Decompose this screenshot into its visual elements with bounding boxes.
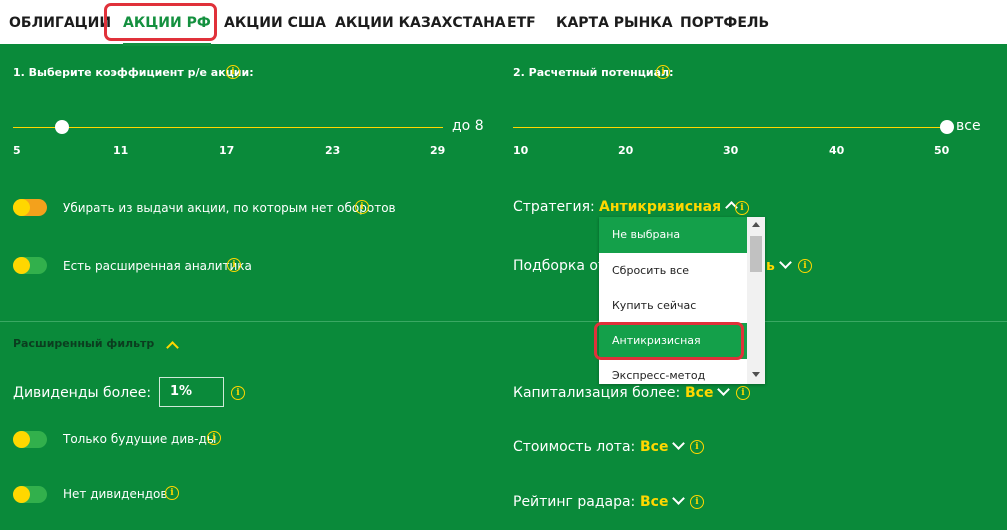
section-divider <box>0 321 1007 322</box>
tab-bonds[interactable]: ОБЛИГАЦИИ <box>9 0 111 44</box>
radar-rating-select[interactable]: Все <box>640 492 686 510</box>
capitalization-label: Капитализация более: <box>513 385 681 401</box>
lot-cost-value: Все <box>640 439 669 455</box>
no-dividends-toggle[interactable] <box>13 486 47 503</box>
pe-tick: 5 <box>13 144 21 157</box>
capitalization-value: Все <box>685 385 714 401</box>
lot-cost-info-icon[interactable]: i <box>690 440 704 454</box>
strategy-dropdown-list[interactable]: Не выбрана Сбросить все Купить сейчас Ан… <box>599 217 765 384</box>
tab-etf[interactable]: ETF <box>507 0 536 44</box>
scroll-down-arrow-icon[interactable] <box>752 372 760 377</box>
potential-tick: 50 <box>934 144 950 157</box>
selection-dropdown[interactable]: ь <box>766 256 792 274</box>
selection-info-icon[interactable]: i <box>798 259 812 273</box>
capitalization-info-icon[interactable]: i <box>736 386 750 400</box>
potential-slider-track[interactable] <box>513 127 943 128</box>
pe-title: 1. Выберите коэффициент p/e акции: <box>13 66 254 79</box>
top-nav: ОБЛИГАЦИИ АКЦИИ РФ АКЦИИ США АКЦИИ КАЗАХ… <box>0 0 1007 46</box>
lot-cost-select[interactable]: Все <box>640 437 686 455</box>
pe-tick: 11 <box>113 144 129 157</box>
radar-rating-value: Все <box>640 494 669 510</box>
pe-slider-handle[interactable] <box>55 120 69 134</box>
strategy-value: Антикризисная <box>599 199 722 215</box>
chevron-down-icon <box>672 437 686 450</box>
chevron-down-icon <box>717 383 731 396</box>
dividends-info-icon[interactable]: i <box>231 386 245 400</box>
radar-rating-info-icon[interactable]: i <box>690 495 704 509</box>
potential-slider-handle[interactable] <box>940 120 954 134</box>
tab-us-stocks[interactable]: АКЦИИ США <box>224 0 326 44</box>
potential-value-label: все <box>956 118 981 134</box>
chevron-down-icon <box>672 492 686 505</box>
tab-market-map[interactable]: КАРТА РЫНКА <box>556 0 673 44</box>
extended-analytics-label: Есть расширенная аналитика <box>63 259 252 273</box>
extended-analytics-info-icon[interactable]: i <box>227 258 241 272</box>
strategy-label: Стратегия: <box>513 199 595 215</box>
no-turnover-info-icon[interactable]: i <box>355 200 369 214</box>
selection-label: Подборка от <box>513 258 607 274</box>
potential-title: 2. Расчетный потенциал: <box>513 66 674 79</box>
scroll-up-arrow-icon[interactable] <box>752 222 760 227</box>
no-turnover-label: Убирать из выдачи акции, по которым нет … <box>63 201 396 215</box>
pe-info-icon[interactable]: i <box>226 65 240 79</box>
capitalization-select[interactable]: Все <box>685 383 731 401</box>
pe-tick: 23 <box>325 144 341 157</box>
potential-tick: 30 <box>723 144 739 157</box>
future-dividends-toggle[interactable] <box>13 431 47 448</box>
potential-tick: 10 <box>513 144 529 157</box>
pe-tick: 17 <box>219 144 235 157</box>
potential-tick: 20 <box>618 144 634 157</box>
dropdown-scrollbar[interactable] <box>747 217 765 384</box>
tab-portfolio[interactable]: ПОРТФЕЛЬ <box>680 0 769 44</box>
tab-ru-stocks[interactable]: АКЦИИ РФ <box>123 0 211 46</box>
strategy-option[interactable]: Купить сейчас <box>599 288 747 324</box>
pe-tick: 29 <box>430 144 446 157</box>
strategy-info-icon[interactable]: i <box>735 201 749 215</box>
strategy-option-selected[interactable]: Антикризисная <box>599 323 747 359</box>
strategy-option[interactable]: Сбросить все <box>599 253 747 289</box>
no-dividends-label: Нет дивидендов <box>63 487 168 501</box>
extended-analytics-toggle[interactable] <box>13 257 47 274</box>
chevron-down-icon <box>778 256 792 269</box>
tab-kz-stocks[interactable]: АКЦИИ КАЗАХСТАНА <box>335 0 506 44</box>
future-dividends-info-icon[interactable]: i <box>207 431 221 445</box>
future-dividends-label: Только будущие див-ды <box>63 432 217 446</box>
no-turnover-toggle[interactable] <box>13 199 47 216</box>
potential-tick: 40 <box>829 144 845 157</box>
potential-info-icon[interactable]: i <box>656 65 670 79</box>
strategy-option[interactable]: Не выбрана <box>599 217 747 253</box>
dividends-input[interactable]: 1% <box>159 377 224 407</box>
pe-slider-track[interactable] <box>13 127 443 128</box>
lot-cost-label: Стоимость лота: <box>513 439 636 455</box>
extended-filter-title[interactable]: Расширенный фильтр <box>13 337 154 350</box>
chevron-up-icon[interactable] <box>166 341 179 354</box>
strategy-select[interactable]: Антикризисная <box>599 199 738 215</box>
pe-value-label: до 8 <box>452 118 484 134</box>
radar-rating-label: Рейтинг радара: <box>513 494 636 510</box>
no-dividends-info-icon[interactable]: i <box>165 486 179 500</box>
strategy-option[interactable]: Экспресс-метод Баффета <box>599 358 747 384</box>
dividends-label: Дивиденды более: <box>13 385 152 401</box>
scrollbar-thumb[interactable] <box>750 236 762 272</box>
